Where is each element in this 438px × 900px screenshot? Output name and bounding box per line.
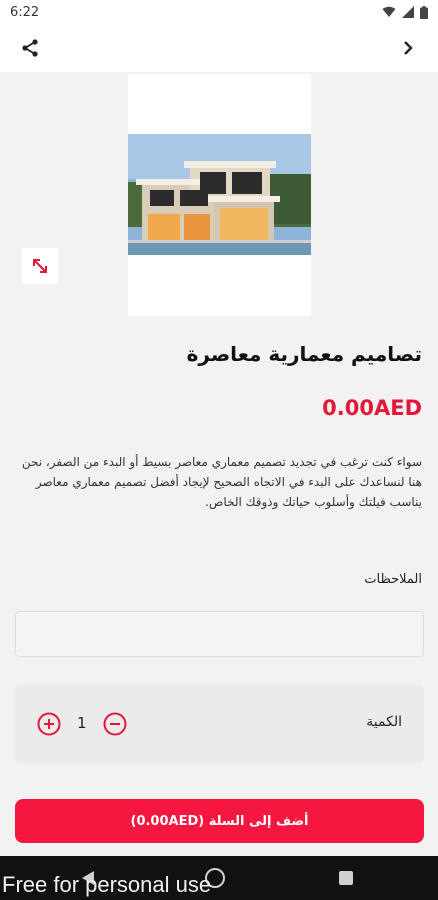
product-price: 0.00AED (322, 396, 422, 420)
nav-recents-icon[interactable] (339, 871, 353, 885)
notes-label: الملاحظات (364, 572, 422, 587)
product-image-area (0, 72, 438, 324)
product-title: تصاميم معمارية معاصرة (186, 342, 422, 366)
house-image (128, 134, 311, 255)
wifi-icon (382, 6, 396, 17)
quantity-label: الكمية (366, 714, 402, 730)
watermark: Free for personal use (2, 872, 212, 897)
quantity-stepper: الكمية 1 (15, 685, 424, 763)
share-icon[interactable] (16, 34, 44, 62)
product-description: سواء كنت ترغب في تجديد تصميم معماري معاص… (21, 455, 422, 509)
battery-icon (420, 5, 428, 19)
quantity-value: 1 (77, 714, 87, 732)
plus-circle-icon[interactable] (37, 712, 61, 736)
expand-image-button[interactable] (22, 248, 58, 284)
notes-input[interactable] (15, 611, 424, 657)
status-bar: 6:22 (0, 0, 438, 24)
status-icons (382, 5, 428, 19)
status-time: 6:22 (10, 4, 40, 20)
cell-signal-icon (402, 6, 414, 18)
product-image[interactable] (128, 74, 311, 316)
expand-diagonal-icon (33, 259, 47, 273)
top-app-bar (0, 24, 438, 72)
add-to-cart-button[interactable]: أضف إلى السلة (0.00AED) (15, 799, 424, 843)
chevron-right-icon[interactable] (394, 34, 422, 62)
minus-circle-icon[interactable] (103, 712, 127, 736)
